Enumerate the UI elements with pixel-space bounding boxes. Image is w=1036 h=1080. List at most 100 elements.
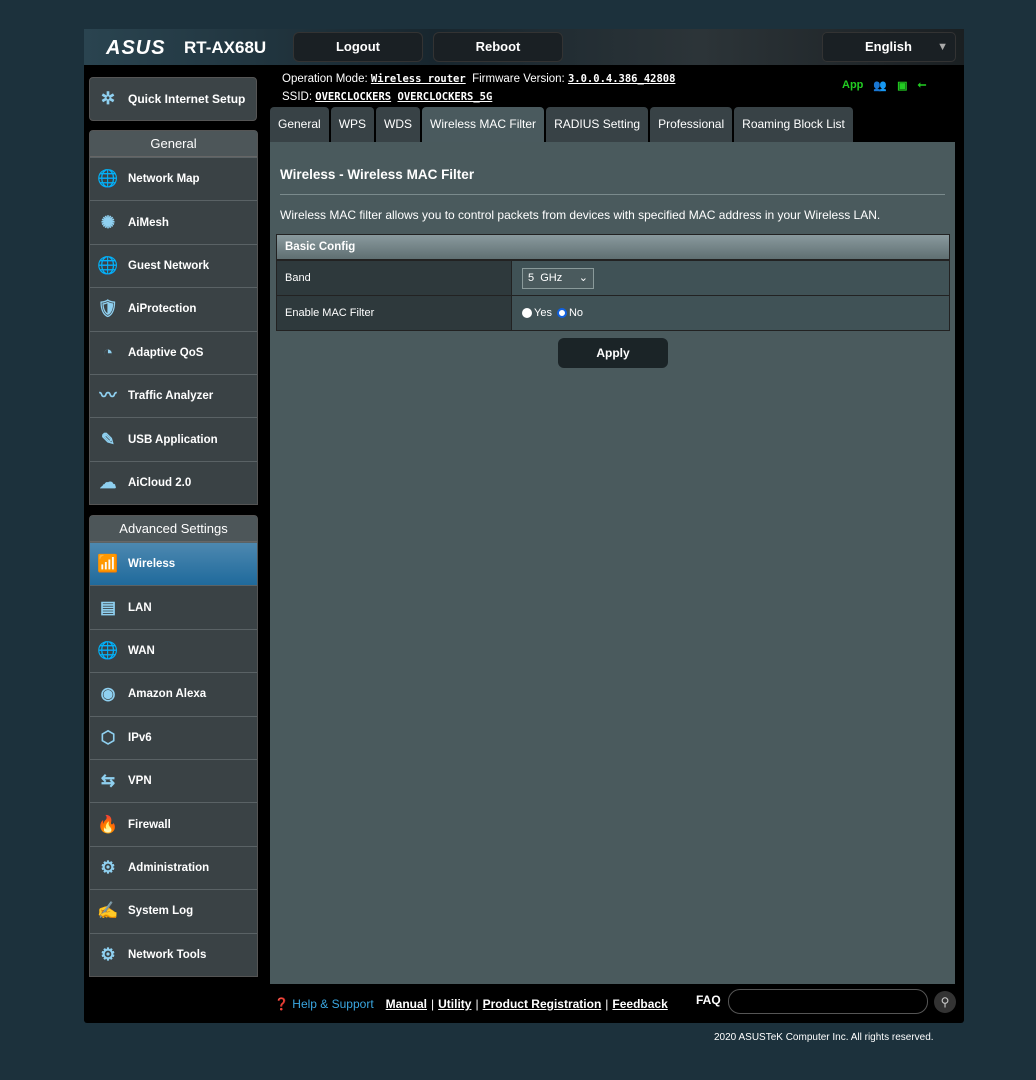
sidebar-item-label: Network Map xyxy=(128,173,200,186)
vpn-icon: ⇆ xyxy=(100,771,116,791)
general-header: General xyxy=(90,131,257,157)
faq-search-input[interactable] xyxy=(728,989,928,1014)
lan-icon: ▤ xyxy=(99,597,117,617)
ssid-link-1[interactable]: OVERCLOCKERS xyxy=(315,91,391,103)
logout-button[interactable]: Logout xyxy=(293,32,423,62)
band-label: Band xyxy=(277,261,512,295)
page-title: Wireless - Wireless MAC Filter xyxy=(280,167,475,182)
sidebar-item-vpn[interactable]: ⇆ VPN xyxy=(90,758,257,803)
ssid-link-2[interactable]: OVERCLOCKERS_5G xyxy=(398,91,493,103)
table-header: Basic Config xyxy=(277,235,949,260)
sidebar-item-label: LAN xyxy=(128,601,152,614)
tab-radius-setting[interactable]: RADIUS Setting xyxy=(546,107,649,142)
sidebar-item-amazon-alexa[interactable]: ◉ Amazon Alexa xyxy=(90,672,257,716)
tools-icon: ⚙ xyxy=(100,944,116,964)
asus-logo: ASUS xyxy=(106,37,166,59)
op-mode-label: Operation Mode: xyxy=(282,73,368,85)
sidebar-item-ipv6[interactable]: ⬡ IPv6 xyxy=(90,715,257,759)
clients-icon[interactable]: 👥 xyxy=(873,79,887,92)
content-panel: Wireless - Wireless MAC Filter Wireless … xyxy=(270,142,955,984)
wifi-icon: 📶 xyxy=(97,554,119,574)
app-link[interactable]: App xyxy=(842,79,863,92)
gear-icon: ⚙ xyxy=(100,857,116,877)
feedback-link[interactable]: Feedback xyxy=(612,997,667,1011)
band-select[interactable]: 5 GHz ⌄ xyxy=(522,267,594,289)
yes-label: Yes xyxy=(534,307,552,319)
sidebar-item-label: Guest Network xyxy=(128,259,210,272)
tab-wds[interactable]: WDS xyxy=(376,107,421,142)
search-icon[interactable]: ⚲ xyxy=(934,991,956,1013)
sidebar-item-aimesh[interactable]: ✺ AiMesh xyxy=(90,200,257,244)
tab-wireless-mac-filter[interactable]: Wireless MAC Filter xyxy=(422,107,545,142)
page-description: Wireless MAC filter allows you to contro… xyxy=(280,208,881,222)
sidebar-item-lan[interactable]: ▤ LAN xyxy=(90,585,257,629)
sidebar-item-label: Administration xyxy=(128,861,210,874)
ipv6-icon: ⬡ xyxy=(100,727,116,747)
banner: ASUS RT-AX68U Logout Reboot English ▼ xyxy=(84,29,964,65)
shield-icon: 🛡 xyxy=(97,299,119,319)
status-icons: App 👥 ▣ ⭠ xyxy=(842,79,926,92)
sidebar-item-firewall[interactable]: 🔥 Firewall xyxy=(90,802,257,846)
advanced-menu: Advanced Settings 📶 Wireless ▤ LAN 🌐 WAN ◉ Amaz… xyxy=(89,515,258,977)
basic-config-table: Basic Config Band 5 GHz ⌄ Enable MAC Filt… xyxy=(276,234,950,331)
tab-wps[interactable]: WPS xyxy=(330,107,375,142)
sidebar-item-label: Traffic Analyzer xyxy=(128,390,214,403)
sidebar-item-system-log[interactable]: ✍ System Log xyxy=(90,889,257,933)
sidebar-item-adaptive-qos[interactable]: ◔ Adaptive QoS xyxy=(90,330,257,374)
advanced-header: Advanced Settings xyxy=(90,516,257,542)
sidebar-item-label: AiCloud 2.0 xyxy=(128,476,192,489)
chevron-down-icon: ⌄ xyxy=(578,271,588,284)
globe-users-icon: 🌐 xyxy=(97,255,119,275)
sidebar-item-network-tools[interactable]: ⚙ Network Tools xyxy=(90,932,257,976)
sidebar-item-wireless[interactable]: 📶 Wireless xyxy=(90,542,257,586)
sidebar-item-guest-network[interactable]: 🌐 Guest Network xyxy=(90,243,257,288)
sidebar-item-usb-application[interactable]: ✎ USB Application xyxy=(90,417,257,461)
wand-icon: ✲ xyxy=(100,89,116,108)
apply-button[interactable]: Apply xyxy=(558,338,668,368)
sidebar-item-label: System Log xyxy=(128,905,194,918)
no-label: No xyxy=(568,307,584,319)
sidebar-item-label: Adaptive QoS xyxy=(128,346,204,359)
tab-bar: General WPS WDS Wireless MAC Filter RADIUS S… xyxy=(270,107,853,142)
general-menu: General 🌐 Network Map ✺ AiMesh 🌐 Guest Networ… xyxy=(89,130,258,506)
status-info: Operation Mode: Wireless router Firmware… xyxy=(282,70,675,106)
mesh-icon: ✺ xyxy=(100,212,116,232)
divider xyxy=(280,194,945,195)
quick-internet-setup-button[interactable]: ✲ Quick Internet Setup xyxy=(89,77,257,121)
sidebar-item-aicloud-2-0[interactable]: ☁ AiCloud 2.0 xyxy=(90,460,257,505)
log-icon: ✍ xyxy=(97,901,119,921)
tab-roaming-block-list[interactable]: Roaming Block List xyxy=(734,107,853,142)
sidebar-item-label: AiMesh xyxy=(128,216,169,229)
sidebar-item-label: VPN xyxy=(128,775,152,788)
yes-radio[interactable] xyxy=(522,308,532,318)
firmware-link[interactable]: 3.0.0.4.386_42808 xyxy=(568,73,675,85)
fw-label: Firmware Version: xyxy=(472,73,565,85)
registration-link[interactable]: Product Registration xyxy=(483,997,602,1011)
sidebar-item-label: USB Application xyxy=(128,433,218,446)
sidebar-item-traffic-analyzer[interactable]: 〰 Traffic Analyzer xyxy=(90,373,257,418)
sidebar-item-label: Network Tools xyxy=(128,948,207,961)
sidebar-item-network-map[interactable]: 🌐 Network Map xyxy=(90,157,257,201)
quick-setup-label: Quick Internet Setup xyxy=(128,92,246,106)
sidebar-item-label: Firewall xyxy=(128,818,171,831)
sidebar-item-wan[interactable]: 🌐 WAN xyxy=(90,628,257,673)
tab-general[interactable]: General xyxy=(270,107,329,142)
no-radio[interactable] xyxy=(556,308,567,318)
mac-filter-label: Enable MAC Filter xyxy=(277,296,512,330)
sidebar-item-administration[interactable]: ⚙ Administration xyxy=(90,845,257,890)
language-value: English xyxy=(865,39,912,54)
tab-professional[interactable]: Professional xyxy=(650,107,733,142)
cloud-icon: ☁ xyxy=(99,472,117,492)
manual-link[interactable]: Manual xyxy=(386,997,427,1011)
reboot-button[interactable]: Reboot xyxy=(433,32,563,62)
footer: ❓ Help & Support Manual | Utility | Produc… xyxy=(274,989,964,1014)
help-support[interactable]: ❓ Help & Support xyxy=(274,997,374,1011)
utility-link[interactable]: Utility xyxy=(438,997,471,1011)
op-mode-link[interactable]: Wireless router xyxy=(371,73,466,85)
usb-icon[interactable]: ⭠ xyxy=(918,79,927,92)
sidebar-item-aiprotection[interactable]: 🛡 AiProtection xyxy=(90,287,257,331)
language-select[interactable]: English ▼ xyxy=(822,32,956,62)
network-icon[interactable]: ▣ xyxy=(897,79,907,92)
router-window: ASUS RT-AX68U Logout Reboot English ▼ ✲ Qu… xyxy=(84,29,964,1023)
alexa-icon: ◉ xyxy=(100,684,116,704)
